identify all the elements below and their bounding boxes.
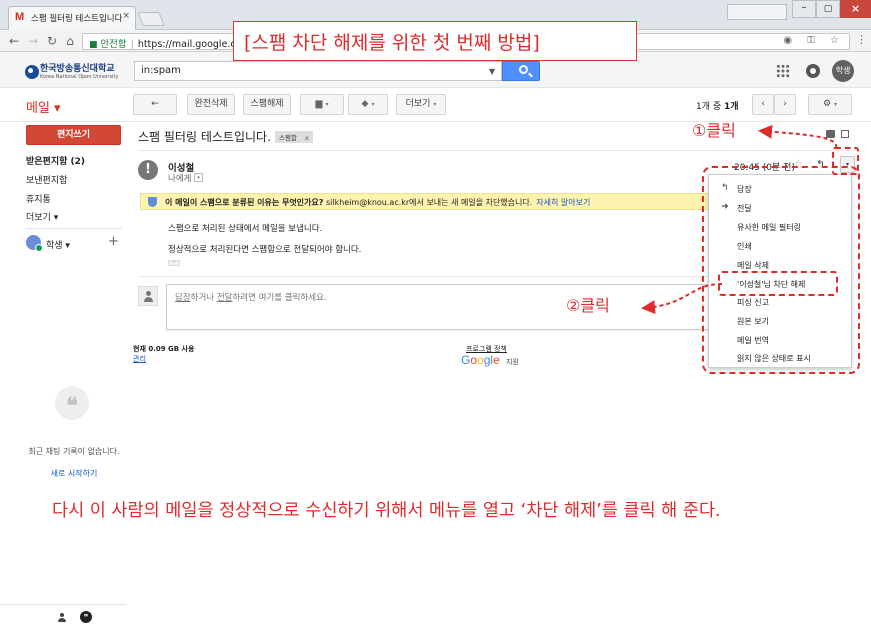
sidebar-item-inbox[interactable]: 받은편지함 (2) (26, 154, 85, 167)
chat-quote-icon: ❝ (55, 386, 89, 420)
tutorial-caption: 다시 이 사람의 메일을 정상적으로 수신하기 위해서 메뉴를 열고 ‘차단 해… (52, 501, 721, 521)
reply-box[interactable]: 답장하거나 전달하려면 여기를 클릭하세요. (166, 284, 726, 330)
step-2-label: ②클릭 (566, 296, 610, 315)
search-button[interactable] (502, 61, 540, 81)
gear-icon: ⚙ (822, 99, 832, 109)
labels-button[interactable]: ◆ ▾ (348, 94, 388, 115)
close-icon[interactable]: × (122, 11, 130, 21)
reload-icon[interactable]: ↻ (44, 33, 60, 49)
back-arrow-icon: ← (151, 99, 159, 109)
back-to-list-button[interactable]: ← (133, 94, 177, 115)
shield-icon (148, 197, 157, 207)
search-input[interactable]: in:spam (134, 61, 502, 81)
compose-button[interactable]: 편지쓰기 (26, 125, 121, 145)
storage-usage: 현재 0.09 GB 사용 (133, 345, 195, 353)
search-icon (519, 65, 528, 74)
show-trimmed-button[interactable]: ··· (168, 260, 180, 266)
hangouts-icon[interactable]: ❞ (80, 611, 92, 623)
move-to-button[interactable]: ▆ ▾ (300, 94, 344, 115)
apps-grid-icon[interactable] (776, 64, 790, 78)
notification-icon[interactable] (806, 64, 820, 78)
search-options-icon[interactable]: ▼ (489, 67, 495, 76)
show-details-icon[interactable]: ▾ (194, 173, 203, 182)
more-button-highlight (832, 147, 859, 175)
logo-text[interactable]: 한국방송통신대학교 (40, 64, 115, 74)
logo-subtitle: Korea National Open University (40, 74, 119, 80)
hangouts-user[interactable]: 학생 ▾ (46, 238, 70, 251)
account-avatar[interactable]: 학생 (832, 60, 854, 82)
message-subject: 스팸 필터링 테스트입니다. (138, 130, 271, 144)
chat-empty-text: 최근 채팅 기록이 없습니다. (28, 447, 120, 456)
step-1-label: ①클릭 (692, 121, 736, 140)
sidebar-item-more[interactable]: 더보기 ▾ (26, 210, 58, 223)
reply-link[interactable]: 답장 (175, 293, 191, 303)
google-logo: Google (461, 353, 500, 367)
hangouts-avatar[interactable] (26, 235, 43, 252)
powered-by-label: 지원 (506, 358, 519, 366)
minimize-button[interactable]: – (792, 0, 816, 18)
sidebar-item-trash[interactable]: 휴지통 (26, 192, 51, 205)
settings-button[interactable]: ⚙ ▾ (808, 94, 852, 115)
new-window-icon[interactable] (841, 130, 849, 138)
gmail-icon: M (15, 11, 25, 23)
profile-button[interactable] (727, 4, 787, 20)
new-tab-button[interactable] (137, 12, 165, 26)
tab-title: 스팸 필터링 테스트입니다 (31, 14, 123, 24)
browser-tab[interactable]: M 스팸 필터링 테스트입니다 × (8, 6, 136, 30)
remove-label-icon[interactable]: x (305, 134, 309, 142)
person-icon[interactable] (57, 613, 67, 623)
message-body-line: 정상적으로 처리된다면 스팸함으로 전달되어야 합니다. (168, 245, 362, 255)
warning-avatar-icon: ! (138, 160, 158, 180)
spam-label-chip[interactable]: 스팸함 x (275, 131, 313, 143)
print-icon[interactable] (826, 130, 835, 138)
manage-storage-link[interactable]: 관리 (133, 354, 146, 364)
label-icon: ◆ (361, 99, 369, 109)
prev-page-button[interactable]: ‹ (752, 94, 774, 115)
secure-label: 안전함 (100, 39, 127, 50)
add-contact-icon[interactable]: + (108, 234, 119, 249)
message-body-line: 스팸으로 처리된 상태에서 메일을 보냅니다. (168, 224, 323, 234)
recipient-label: 나에게 (168, 174, 192, 184)
next-page-button[interactable]: › (774, 94, 796, 115)
back-arrow-icon[interactable]: ← (6, 33, 22, 49)
folder-icon: ▆ (315, 99, 323, 109)
browser-menu-icon[interactable]: ⋮ (856, 33, 867, 46)
sidebar-item-sent[interactable]: 보낸편지함 (26, 173, 67, 186)
spam-warning-banner: 이 메일이 스팸으로 분류된 이유는 무엇인가요? silkheim@knou.… (140, 193, 720, 210)
home-icon[interactable]: ⌂ (62, 33, 78, 49)
not-spam-button[interactable]: 스팸해제 (243, 94, 291, 115)
unblock-highlight (718, 271, 838, 296)
forward-arrow-icon[interactable]: → (25, 33, 41, 49)
start-chat-link[interactable]: 새로 시작하기 (28, 468, 120, 479)
window-close-button[interactable]: × (840, 0, 871, 18)
tutorial-title: [스팸 차단 해제를 위한 첫 번째 방법] (233, 21, 637, 61)
mail-app-switcher[interactable]: 메일 ▾ (26, 97, 61, 116)
delete-forever-button[interactable]: 완전삭제 (187, 94, 235, 115)
lock-icon: ■ (89, 40, 101, 50)
university-logo-icon[interactable] (25, 65, 39, 79)
menu-highlight (702, 166, 860, 374)
maximize-button[interactable]: ▢ (816, 0, 840, 18)
more-actions-button[interactable]: 더보기 ▾ (396, 94, 446, 115)
learn-more-link[interactable]: 자세히 알아보기 (536, 198, 590, 207)
address-bar-icons[interactable]: ◉ ⚿ ☆ (783, 35, 845, 46)
page-count: 1개 중 1개 (696, 102, 739, 112)
user-avatar (138, 286, 158, 306)
forward-link[interactable]: 전달 (217, 293, 233, 303)
